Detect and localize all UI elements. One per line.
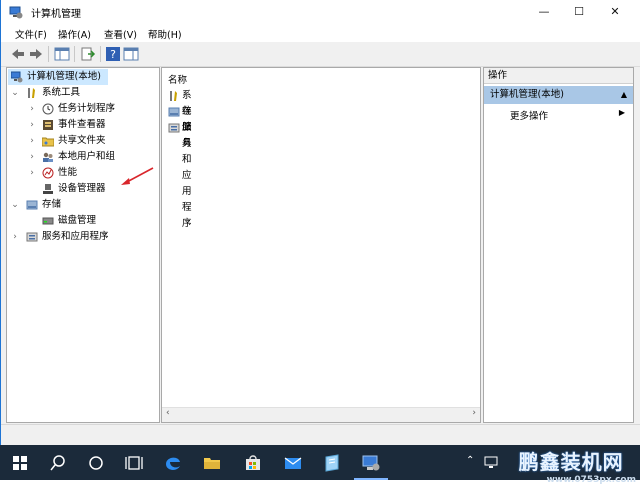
chevron-right-icon[interactable]: › [27, 133, 37, 149]
tree-item-shared-folders[interactable]: › 共享文件夹 [7, 133, 159, 149]
chevron-up-icon[interactable]: ⌃ [466, 455, 474, 466]
tree-item-label: 事件查看器 [58, 119, 106, 130]
tree-item-label: 任务计划程序 [58, 103, 116, 114]
toolbar-separator [48, 46, 49, 62]
storage-icon [26, 200, 38, 210]
watermark: 鹏鑫装机网 www.0753px.com [519, 446, 636, 485]
edge-browser-icon[interactable] [162, 452, 184, 474]
taskbar: ⌃ 鹏鑫装机网 www.0753px.com [0, 445, 640, 485]
task-view-icon[interactable] [123, 452, 145, 474]
tree-item-local-users-groups[interactable]: › 本地用户和组 [7, 149, 159, 165]
forward-icon[interactable] [28, 46, 44, 62]
toolbar-separator [100, 46, 101, 62]
actions-section-label: 计算机管理(本地) [490, 89, 564, 100]
chevron-right-icon[interactable]: › [10, 229, 20, 245]
shared-folder-icon [42, 137, 54, 147]
system-tools-icon [170, 91, 177, 101]
tree-item-system-tools[interactable]: ⌄ 系统工具 [7, 85, 159, 101]
console-tree-pane: 计算机管理(本地) ⌄ 系统工具 › 任务计划程序 › 事件查看器 › 共享文件… [6, 67, 160, 423]
device-manager-icon [43, 184, 53, 194]
notepad-icon[interactable] [321, 452, 343, 474]
computer-management-icon [11, 71, 23, 83]
tree-item-label: 系统工具 [42, 87, 81, 98]
disk-management-icon [42, 217, 54, 225]
submenu-arrow-icon[interactable]: ▶ [619, 108, 625, 117]
chevron-right-icon[interactable]: › [27, 149, 37, 165]
back-icon[interactable] [10, 46, 26, 62]
watermark-name: 鹏鑫装机网 [518, 450, 624, 474]
help-icon[interactable]: ? [105, 46, 121, 62]
actions-header: 操作 [484, 68, 633, 84]
tree-item-disk-management[interactable]: 磁盘管理 [7, 213, 159, 229]
tree-item-task-scheduler[interactable]: › 任务计划程序 [7, 101, 159, 117]
actions-pane: 操作 计算机管理(本地) ▲ 更多操作 ▶ [483, 67, 634, 423]
column-header-name[interactable]: 名称 [168, 72, 187, 86]
event-viewer-icon [43, 120, 53, 130]
tree-item-label: 服务和应用程序 [42, 231, 109, 242]
tree-item-label: 磁盘管理 [58, 215, 97, 226]
chevron-right-icon[interactable]: › [27, 117, 37, 133]
maximize-button[interactable]: ☐ [562, 0, 596, 24]
search-icon[interactable] [47, 452, 69, 474]
results-pane: 名称 系统工具 存储 服务和应用程序 ‹ › [161, 67, 481, 423]
users-icon [43, 152, 53, 162]
toolbar-separator [74, 46, 75, 62]
svg-text:?: ? [110, 48, 116, 61]
menu-file[interactable]: 文件(F) [15, 27, 47, 41]
actions-section-computer-management[interactable]: 计算机管理(本地) ▲ [484, 86, 633, 104]
tree-item-storage[interactable]: ⌄ 存储 [7, 197, 159, 213]
computer-management-icon [9, 6, 23, 19]
system-tools-icon [28, 88, 35, 98]
computer-management-taskbar-icon[interactable] [360, 452, 382, 474]
services-icon [168, 123, 180, 133]
tree-item-label: 存储 [42, 199, 62, 210]
tree-item-label: 性能 [58, 167, 78, 178]
status-bar [1, 424, 640, 446]
close-button[interactable]: ✕ [598, 0, 632, 24]
cortana-icon[interactable] [85, 452, 107, 474]
chevron-down-icon[interactable]: ⌄ [10, 197, 20, 213]
list-item-label: 服务和应用程序 [182, 122, 192, 229]
toolbar: ? [1, 42, 640, 67]
show-hide-action-pane-icon[interactable] [123, 46, 139, 62]
annotation-arrow-icon [121, 167, 154, 185]
minimize-button[interactable]: — [527, 0, 561, 24]
windows-start-icon[interactable] [9, 452, 31, 474]
store-icon[interactable] [242, 452, 264, 474]
performance-icon [42, 167, 54, 179]
watermark-url: www.0753px.com [546, 475, 636, 485]
menu-action[interactable]: 操作(A) [58, 27, 91, 41]
menu-bar: 文件(F) 操作(A) 查看(V) 帮助(H) [1, 24, 640, 42]
tree-item-label: 本地用户和组 [58, 151, 116, 162]
scroll-left-icon[interactable]: ‹ [166, 408, 170, 418]
tree-item-label: 计算机管理(本地) [27, 71, 101, 82]
file-explorer-icon[interactable] [201, 452, 223, 474]
tree-item-event-viewer[interactable]: › 事件查看器 [7, 117, 159, 133]
horizontal-scrollbar[interactable]: ‹ › [162, 407, 480, 422]
clock-icon [42, 103, 54, 115]
chevron-down-icon[interactable]: ⌄ [10, 85, 20, 101]
tree-item-label: 设备管理器 [58, 183, 106, 194]
computer-management-window: 计算机管理 — ☐ ✕ 文件(F) 操作(A) 查看(V) 帮助(H) ? 计算… [0, 0, 640, 446]
tree-item-computer-management[interactable]: 计算机管理(本地) [8, 69, 108, 85]
window-title: 计算机管理 [31, 9, 81, 20]
collapse-up-icon[interactable]: ▲ [621, 86, 627, 104]
chevron-right-icon[interactable]: › [27, 165, 37, 181]
show-hide-console-tree-icon[interactable] [54, 46, 70, 62]
services-icon [26, 232, 38, 242]
network-icon[interactable] [484, 455, 498, 469]
menu-help[interactable]: 帮助(H) [148, 27, 182, 41]
export-list-icon[interactable] [80, 46, 96, 62]
tree-item-services-applications[interactable]: › 服务和应用程序 [7, 229, 159, 245]
tree-item-label: 共享文件夹 [58, 135, 106, 146]
mail-icon[interactable] [282, 452, 304, 474]
scroll-right-icon[interactable]: › [472, 408, 476, 418]
title-bar[interactable]: 计算机管理 — ☐ ✕ [1, 0, 640, 24]
chevron-right-icon[interactable]: › [27, 101, 37, 117]
storage-icon [168, 107, 180, 117]
menu-view[interactable]: 查看(V) [104, 27, 137, 41]
more-actions-item[interactable]: 更多操作 [510, 108, 548, 122]
